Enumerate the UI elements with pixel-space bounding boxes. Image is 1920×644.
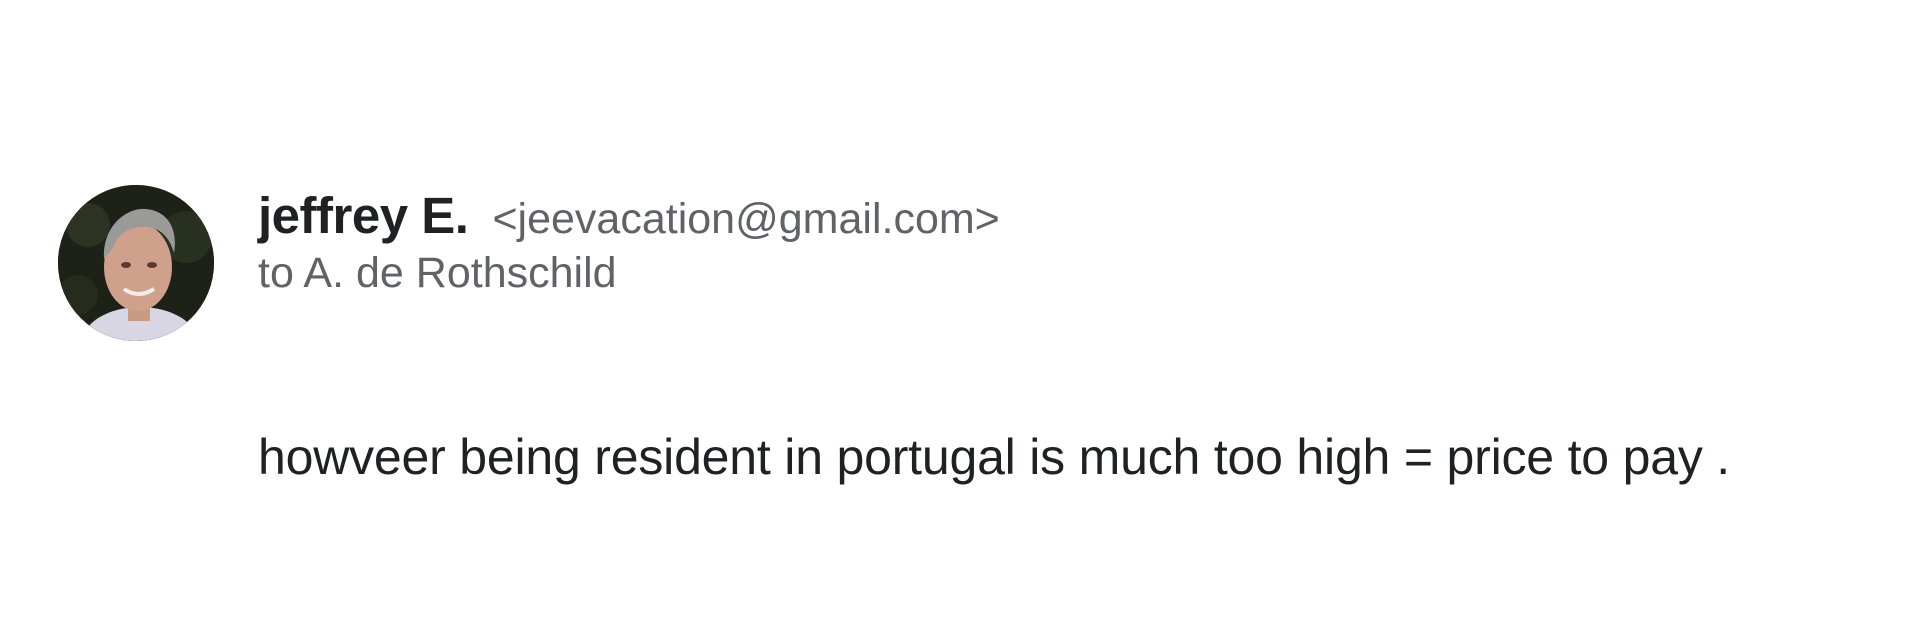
avatar-photo [58, 185, 214, 341]
message-header: jeffrey E. <jeevacation@gmail.com> to A.… [258, 186, 1000, 298]
email-message: jeffrey E. <jeevacation@gmail.com> to A.… [0, 0, 1920, 644]
sender-name[interactable]: jeffrey E. [258, 186, 469, 245]
sender-avatar[interactable] [58, 185, 214, 341]
sender-line: jeffrey E. <jeevacation@gmail.com> [258, 186, 1000, 245]
sender-email[interactable]: <jeevacation@gmail.com> [492, 195, 999, 244]
message-body: howveer being resident in portugal is mu… [258, 429, 1730, 485]
recipient-line[interactable]: to A. de Rothschild [258, 249, 1000, 298]
